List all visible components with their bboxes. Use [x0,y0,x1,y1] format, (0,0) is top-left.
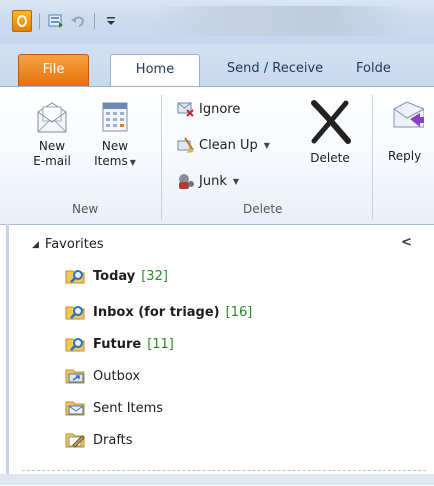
unread-count: [32] [141,268,168,284]
folder-item-future[interactable]: Future [11] [65,333,174,355]
reply-icon [390,99,425,135]
window-title-area [150,6,410,36]
pane-left-border [6,224,9,485]
toolbar-separator [39,13,40,29]
send-receive-all-icon[interactable] [47,12,65,30]
bottom-strip [0,474,434,485]
clean-up-icon [177,136,195,154]
new-group-label: New [72,202,99,216]
ignore-button[interactable]: Ignore [177,99,240,119]
tab-file[interactable]: File [18,54,89,86]
ignore-label: Ignore [199,101,241,117]
delete-button[interactable]: Delete [302,99,358,166]
new-email-button[interactable]: New E-mail [30,99,74,169]
new-items-icon [98,99,132,135]
ribbon-home: New E-mail New Items ▼ New Ignore Clean … [0,86,434,225]
search-folder-icon [65,335,87,353]
junk-button[interactable]: Junk ▼ [177,171,239,191]
unread-count: [11] [147,336,174,352]
folder-name: Sent Items [93,400,164,416]
junk-icon [177,172,195,190]
folder-name: Future [93,336,142,352]
ignore-icon [177,100,195,118]
customize-quick-access-icon[interactable] [102,12,120,30]
dropdown-caret-icon: ▼ [232,176,239,186]
tab-send-receive[interactable]: Send / Receive [210,54,340,86]
delete-group-label: Delete [243,202,283,216]
title-bar [0,0,434,44]
tab-folder[interactable]: Folde [356,54,434,86]
reply-button[interactable]: Reply [388,99,434,164]
tab-home[interactable]: Home [110,54,200,86]
clean-up-button[interactable]: Clean Up ▼ [177,135,270,155]
new-items-button[interactable]: New Items ▼ [90,99,140,170]
toolbar-separator [94,13,95,29]
folder-item-drafts[interactable]: Drafts [65,429,133,451]
quick-access-toolbar [12,10,120,32]
junk-label: Junk [199,173,227,189]
drafts-icon [65,431,87,449]
undo-icon[interactable] [69,12,87,30]
dropdown-caret-icon: ▼ [263,140,270,150]
new-email-label-line2: E-mail [33,154,71,168]
unread-count: [16] [225,304,253,320]
new-items-label-line1: New [101,139,129,153]
group-separator [161,95,162,220]
new-items-label-line2-wrap: Items ▼ [90,154,140,170]
new-items-label-line2: Items [94,154,128,168]
new-email-icon [35,99,69,135]
dropdown-caret-icon: ▼ [129,158,136,167]
folder-name: Today [93,268,136,284]
folder-pane: ◢ Favorites < Today [32] Inbox (for tria… [0,224,434,486]
clean-up-label: Clean Up [199,137,258,153]
reply-label: Reply [388,149,422,163]
sent-items-icon [65,399,87,417]
delete-label: Delete [310,151,350,165]
folder-item-inbox-for-triage[interactable]: Inbox (for triage) [16] [65,301,252,323]
outbox-icon [65,367,87,385]
new-email-label-line1: New [38,139,66,153]
folder-name: Outbox [93,368,141,384]
pane-divider [22,470,426,471]
favorites-header[interactable]: ◢ Favorites [32,237,104,252]
favorites-label: Favorites [44,237,104,252]
ribbon-tab-row: File Home Send / Receive Folde [0,44,434,86]
folder-name: Drafts [93,432,133,448]
group-separator [372,95,373,220]
search-folder-icon [65,267,87,285]
folder-item-outbox[interactable]: Outbox [65,365,140,387]
delete-x-icon [308,99,352,145]
minimize-pane-button[interactable]: < [401,235,412,250]
folder-item-today[interactable]: Today [32] [65,265,168,287]
folder-item-sent-items[interactable]: Sent Items [65,397,163,419]
search-folder-icon [65,303,87,321]
collapse-triangle-icon[interactable]: ◢ [32,240,39,250]
outlook-icon[interactable] [12,10,32,32]
folder-name: Inbox (for triage) [93,304,220,320]
